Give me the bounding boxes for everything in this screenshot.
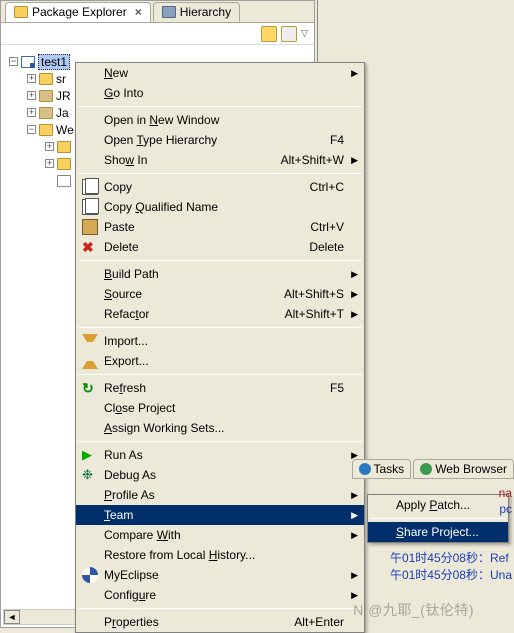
submenu-share-project[interactable]: Share Project... — [368, 522, 508, 542]
separator — [78, 441, 362, 442]
menu-properties[interactable]: PropertiesAlt+Enter — [76, 612, 364, 632]
folder-icon — [57, 141, 71, 153]
package-icon — [14, 6, 28, 18]
run-icon: ▶ — [82, 447, 98, 463]
debug-icon: ❉ — [82, 467, 98, 483]
menu-debug-as[interactable]: ❉Debug As▶ — [76, 465, 364, 485]
menu-open-new-window[interactable]: Open in New Window — [76, 110, 364, 130]
console-line: 午01时45分08秒：Ref — [390, 550, 512, 567]
watermark-text: N @九耶_(钛伦特) — [353, 600, 474, 620]
node-label: JR — [56, 89, 71, 103]
tab-label: Web Browser — [435, 462, 507, 476]
node-label: sr — [56, 72, 66, 86]
team-submenu: Apply Patch... Share Project... — [367, 494, 509, 543]
view-menu-icon[interactable]: ▽ — [301, 28, 308, 39]
delete-icon: ✖ — [82, 239, 98, 255]
console-line: 午01时45分08秒：Una — [390, 567, 512, 584]
submenu-arrow-icon: ▶ — [351, 68, 358, 79]
project-icon — [21, 56, 35, 68]
tab-hierarchy[interactable]: Hierarchy — [153, 2, 240, 22]
tab-label: Tasks — [374, 462, 405, 476]
menu-build-path[interactable]: Build Path▶ — [76, 264, 364, 284]
console-output: 午01时45分08秒：Ref 午01时45分08秒：Una — [390, 550, 512, 584]
menu-open-type-hierarchy[interactable]: Open Type HierarchyF4 — [76, 130, 364, 150]
project-label[interactable]: test1 — [38, 54, 70, 70]
separator — [370, 518, 506, 519]
submenu-apply-patch[interactable]: Apply Patch... — [368, 495, 508, 515]
menu-compare-with[interactable]: Compare With▶ — [76, 525, 364, 545]
separator — [78, 327, 362, 328]
close-icon[interactable]: × — [135, 5, 142, 19]
menu-myeclipse[interactable]: MyEclipse▶ — [76, 565, 364, 585]
menu-refresh[interactable]: ↻RefreshF5 — [76, 378, 364, 398]
library-icon — [39, 90, 53, 102]
menu-restore-history[interactable]: Restore from Local History... — [76, 545, 364, 565]
node-label: We — [56, 123, 74, 137]
separator — [78, 374, 362, 375]
console-fragment: pc — [499, 502, 512, 516]
copy-icon — [82, 179, 98, 195]
link-icon[interactable] — [281, 26, 297, 42]
menu-close-project[interactable]: Close Project — [76, 398, 364, 418]
separator — [78, 106, 362, 107]
tasks-icon — [359, 463, 371, 475]
import-icon — [82, 334, 98, 350]
collapse-icon[interactable] — [261, 26, 277, 42]
menu-export[interactable]: Export... — [76, 351, 364, 371]
menu-go-into[interactable]: Go Into — [76, 83, 364, 103]
export-icon — [82, 353, 98, 369]
menu-show-in[interactable]: Show InAlt+Shift+W▶ — [76, 150, 364, 170]
library-icon — [39, 107, 53, 119]
menu-new[interactable]: New▶ — [76, 63, 364, 83]
menu-delete[interactable]: ✖DeleteDelete — [76, 237, 364, 257]
folder-icon — [57, 158, 71, 170]
menu-assign-working-sets[interactable]: Assign Working Sets... — [76, 418, 364, 438]
paste-icon — [82, 219, 98, 235]
menu-refactor[interactable]: RefactorAlt+Shift+T▶ — [76, 304, 364, 324]
refresh-icon: ↻ — [82, 380, 98, 396]
tab-label: Package Explorer — [32, 5, 127, 19]
menu-run-as[interactable]: ▶Run As▶ — [76, 445, 364, 465]
menu-configure[interactable]: Configure▶ — [76, 585, 364, 605]
menu-copy[interactable]: CopyCtrl+C — [76, 177, 364, 197]
menu-source[interactable]: SourceAlt+Shift+S▶ — [76, 284, 364, 304]
separator — [78, 608, 362, 609]
copy-icon — [82, 199, 98, 215]
node-label: Ja — [56, 106, 69, 120]
console-fragment: na — [499, 486, 512, 500]
folder-icon — [39, 124, 53, 136]
menu-copy-qualified[interactable]: Copy Qualified Name — [76, 197, 364, 217]
scroll-left-icon[interactable]: ◄ — [4, 610, 20, 624]
collapse-toggle[interactable]: − — [9, 57, 18, 66]
tab-web-browser[interactable]: Web Browser — [413, 459, 514, 479]
menu-paste[interactable]: PasteCtrl+V — [76, 217, 364, 237]
menu-profile-as[interactable]: Profile As▶ — [76, 485, 364, 505]
hierarchy-icon — [162, 6, 176, 18]
context-menu: New▶ Go Into Open in New Window Open Typ… — [75, 62, 365, 633]
menu-team[interactable]: Team▶ — [76, 505, 364, 525]
file-icon — [57, 175, 71, 187]
tab-package-explorer[interactable]: Package Explorer × — [5, 2, 151, 22]
myeclipse-icon — [82, 567, 98, 583]
separator — [78, 260, 362, 261]
view-toolbar: ▽ — [1, 23, 314, 45]
view-tabs: Package Explorer × Hierarchy — [1, 1, 314, 23]
separator — [78, 173, 362, 174]
bottom-tabs: Tasks Web Browser — [350, 459, 514, 479]
globe-icon — [420, 463, 432, 475]
tab-label: Hierarchy — [180, 5, 231, 19]
folder-icon — [39, 73, 53, 85]
menu-import[interactable]: Import... — [76, 331, 364, 351]
tab-tasks[interactable]: Tasks — [352, 459, 412, 479]
